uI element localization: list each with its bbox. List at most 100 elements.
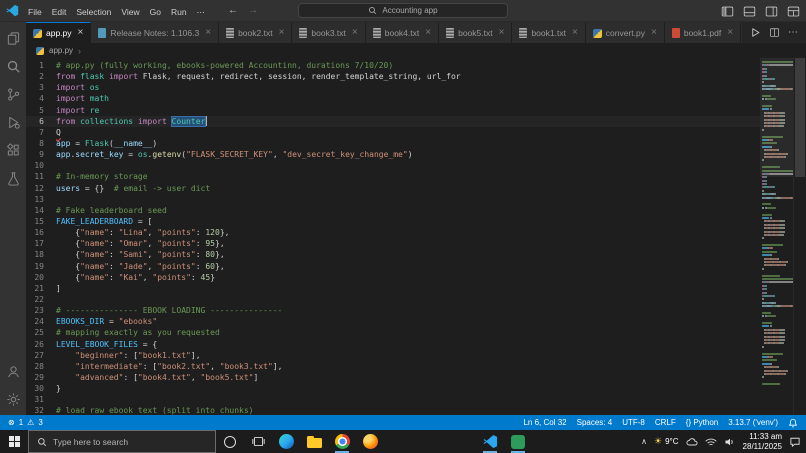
weather-widget[interactable]: ☀ 9°C — [654, 436, 679, 447]
toggle-secondary-sidebar-icon[interactable] — [765, 5, 778, 18]
tab-book4-txt[interactable]: book4.txt × — [365, 22, 440, 43]
code-line[interactable]: 24 EBOOKS_DIR = "ebooks" — [26, 316, 760, 327]
python-interpreter[interactable]: 3.13.7 ('venv') — [728, 418, 778, 427]
indentation[interactable]: Spaces: 4 — [577, 418, 613, 427]
breadcrumb-file[interactable]: app.py — [49, 46, 73, 55]
language-mode[interactable]: {} Python — [686, 418, 718, 427]
edge-button[interactable] — [272, 430, 300, 453]
command-center-search[interactable]: Accounting app — [298, 3, 508, 18]
code-line[interactable]: 7Q — [26, 127, 760, 138]
close-icon[interactable]: × — [352, 28, 358, 38]
back-arrow-icon[interactable]: ← — [228, 5, 238, 16]
source-control-icon[interactable] — [0, 80, 26, 108]
eol-sequence[interactable]: CRLF — [655, 418, 676, 427]
code-line[interactable]: 25 # mapping exactly as you requested — [26, 327, 760, 338]
cursor-position[interactable]: Ln 6, Col 32 — [523, 418, 566, 427]
code-line[interactable]: 28 "intermediate": ["book2.txt", "book3.… — [26, 361, 760, 372]
toggle-panel-icon[interactable] — [743, 5, 756, 18]
search-sidebar-icon[interactable] — [0, 52, 26, 80]
more-actions-icon[interactable]: ⋯ — [788, 27, 798, 38]
code-line[interactable]: 12 users = {} # email -> user dict — [26, 183, 760, 194]
forward-arrow-icon[interactable]: → — [248, 5, 258, 16]
close-icon[interactable]: × — [205, 28, 211, 38]
code-line[interactable]: 30} — [26, 383, 760, 394]
code-line[interactable]: 16 {"name": "Lina", "points": 120}, — [26, 227, 760, 238]
close-icon[interactable]: × — [425, 28, 431, 38]
code-line[interactable]: 9 app.secret_key = os.getenv("FLASK_SECRE… — [26, 149, 760, 160]
notification-center-icon[interactable] — [789, 436, 801, 448]
code-line[interactable]: 6 from collections import Counter — [26, 115, 760, 127]
account-icon[interactable] — [0, 357, 26, 385]
tab-book2-txt[interactable]: book2.txt × — [219, 22, 293, 43]
scrollbar-thumb[interactable] — [795, 58, 805, 177]
code-line[interactable]: 27 "beginner": ["book1.txt"], — [26, 350, 760, 361]
close-icon[interactable]: × — [499, 28, 505, 38]
run-debug-icon[interactable] — [0, 108, 26, 136]
code-line[interactable]: 15 FAKE_LEADERBOARD = [ — [26, 216, 760, 227]
code-editor[interactable]: 1 # app.py (fully working, ebooks-powered… — [26, 58, 760, 415]
code-line[interactable]: 21] — [26, 283, 760, 294]
breadcrumb[interactable]: app.py › — [26, 43, 806, 58]
green-app-button[interactable] — [504, 430, 532, 453]
tab-book3-txt[interactable]: book3.txt × — [292, 22, 366, 43]
code-line[interactable]: 14 # Fake leaderboard seed — [26, 205, 760, 216]
code-line[interactable]: 3 import os — [26, 82, 760, 93]
code-line[interactable]: 17 {"name": "Omar", "points": 95}, — [26, 238, 760, 249]
close-icon[interactable]: × — [651, 28, 657, 38]
code-line[interactable]: 5 import re — [26, 105, 760, 116]
code-line[interactable]: 20 {"name": "Kai", "points": 45} — [26, 272, 760, 283]
minimap[interactable] — [760, 58, 793, 415]
run-python-file-icon[interactable] — [750, 27, 761, 38]
close-icon[interactable]: × — [572, 28, 578, 38]
code-line[interactable]: 8 app = Flask(__name__) — [26, 138, 760, 149]
code-line[interactable]: 18 {"name": "Sami", "points": 80}, — [26, 249, 760, 260]
code-line[interactable]: 23 # --------------- EBOOK LOADING ------… — [26, 305, 760, 316]
close-icon[interactable]: × — [279, 28, 285, 38]
minimap-slider[interactable] — [760, 58, 793, 177]
menu-run[interactable]: Run — [166, 7, 192, 17]
menu-selection[interactable]: Selection — [71, 7, 116, 17]
problems-indicator[interactable]: ⊗ 1 ⚠ 3 — [8, 418, 43, 427]
split-editor-icon[interactable] — [769, 27, 780, 38]
close-icon[interactable]: × — [78, 28, 84, 38]
close-icon[interactable]: × — [727, 28, 733, 38]
start-button[interactable] — [0, 430, 28, 453]
onedrive-cloud-icon[interactable] — [686, 437, 698, 447]
code-line[interactable]: 10 — [26, 160, 760, 171]
code-line[interactable]: 13 — [26, 194, 760, 205]
code-line[interactable]: 31 — [26, 394, 760, 405]
toggle-sidebar-icon[interactable] — [721, 5, 734, 18]
menu-file[interactable]: File — [23, 7, 47, 17]
cortana-button[interactable] — [216, 430, 244, 453]
taskbar-search[interactable]: Type here to search — [28, 430, 216, 453]
menu-more[interactable]: ⋯ — [192, 7, 211, 17]
volume-icon[interactable] — [724, 437, 736, 447]
tab-app-py[interactable]: app.py × — [26, 22, 92, 43]
tab-release-notes-1-106-3[interactable]: Release Notes: 1.106.3 × — [91, 22, 220, 43]
code-line[interactable]: 32 # load raw ebook text (split into chun… — [26, 405, 760, 415]
chrome-button[interactable] — [328, 430, 356, 453]
clock[interactable]: 11:33 am 28/11/2025 — [743, 432, 782, 452]
code-line[interactable]: 11 # In-memory storage — [26, 171, 760, 182]
network-icon[interactable] — [704, 437, 717, 447]
settings-gear-icon[interactable] — [0, 385, 26, 413]
code-line[interactable]: 26 LEVEL_EBOOK_FILES = { — [26, 339, 760, 350]
customize-layout-icon[interactable] — [787, 5, 800, 18]
vertical-scrollbar[interactable] — [793, 58, 806, 415]
code-line[interactable]: 4 import math — [26, 93, 760, 104]
code-line[interactable]: 22 — [26, 294, 760, 305]
tab-book1-pdf[interactable]: book1.pdf × — [664, 22, 742, 43]
hidden-icons-chevron[interactable]: ∧ — [641, 437, 647, 446]
code-line[interactable]: 29 "advanced": ["book4.txt", "book5.txt"… — [26, 372, 760, 383]
menu-go[interactable]: Go — [145, 7, 166, 17]
encoding[interactable]: UTF-8 — [622, 418, 645, 427]
tab-book1-txt[interactable]: book1.txt × — [512, 22, 586, 43]
code-line[interactable]: 2 from flask import Flask, request, redir… — [26, 71, 760, 82]
code-line[interactable]: 19 {"name": "Jade", "points": 60}, — [26, 261, 760, 272]
firefox-button[interactable] — [356, 430, 384, 453]
tab-convert-py[interactable]: convert.py × — [585, 22, 665, 43]
task-view-button[interactable] — [244, 430, 272, 453]
extensions-icon[interactable] — [0, 136, 26, 164]
menu-edit[interactable]: Edit — [47, 7, 72, 17]
vscode-button[interactable] — [476, 430, 504, 453]
